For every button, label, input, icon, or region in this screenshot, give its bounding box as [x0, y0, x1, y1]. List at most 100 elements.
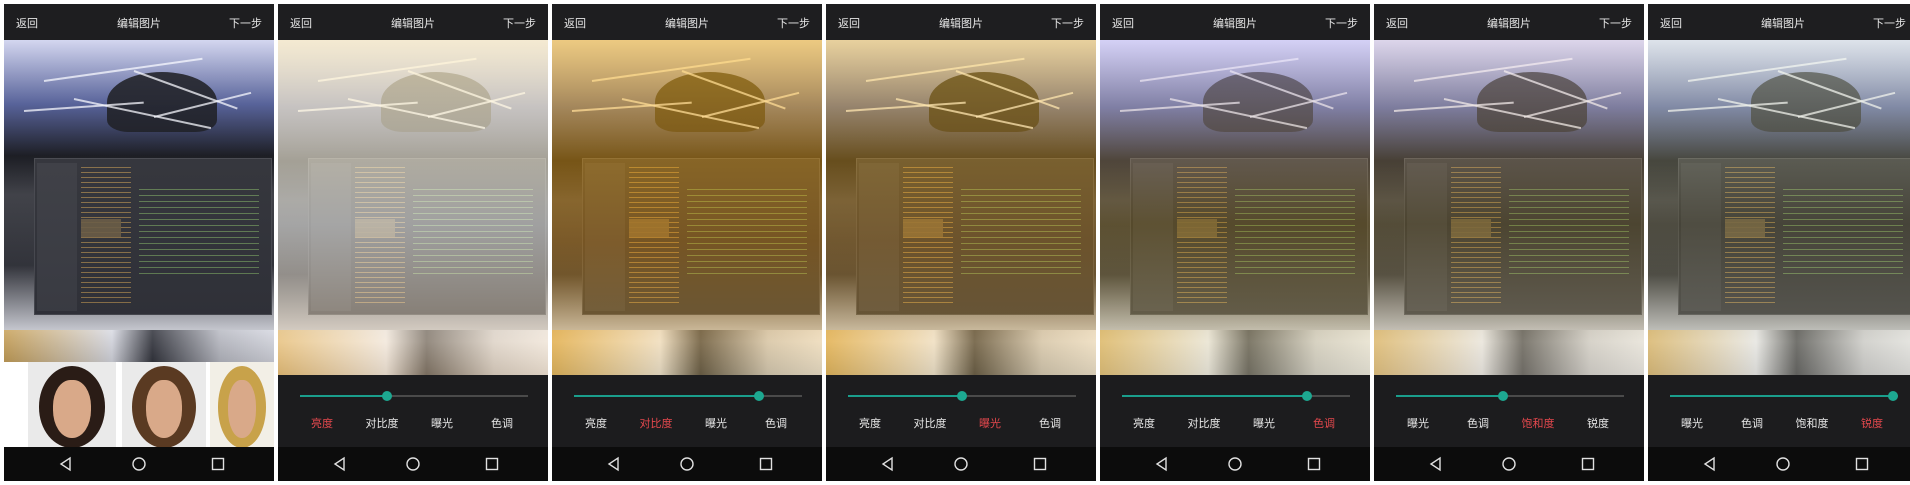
- tab-1[interactable]: 对比度: [1174, 415, 1234, 431]
- tab-2[interactable]: 曝光: [1234, 415, 1294, 431]
- adjust-tabs: 曝光 色调 饱和度 锐度: [1374, 415, 1644, 433]
- photo-preview: [1100, 40, 1370, 375]
- slider-thumb[interactable]: [1498, 391, 1509, 401]
- top-bar: 返回 编辑图片 下一步: [1100, 4, 1370, 40]
- panel-sharpness: 返回 编辑图片 下一步 曝光 色调 饱和度 锐度: [1648, 4, 1910, 481]
- home-circle-icon[interactable]: [1775, 456, 1791, 472]
- adjust-slider[interactable]: [1396, 391, 1624, 401]
- recents-square-icon[interactable]: [1580, 456, 1596, 472]
- back-triangle-icon[interactable]: [1428, 456, 1444, 472]
- home-circle-icon[interactable]: [679, 456, 695, 472]
- tab-1[interactable]: 对比度: [352, 415, 412, 431]
- adjust-tabs: 亮度 对比度 曝光 色调: [826, 415, 1096, 433]
- slider-fill: [848, 395, 962, 397]
- recents-square-icon[interactable]: [210, 456, 226, 472]
- next-button[interactable]: 下一步: [1599, 15, 1632, 31]
- back-triangle-icon[interactable]: [1154, 456, 1170, 472]
- recents-square-icon[interactable]: [1854, 456, 1870, 472]
- back-triangle-icon[interactable]: [880, 456, 896, 472]
- adjust-tabs: 亮度 对比度 曝光 色调: [1100, 415, 1370, 433]
- tab-3[interactable]: 色调: [1020, 415, 1080, 431]
- next-button[interactable]: 下一步: [503, 15, 536, 31]
- tab-2[interactable]: 曝光: [412, 415, 472, 431]
- adjust-slider[interactable]: [848, 391, 1076, 401]
- top-bar: 返回 编辑图片 下一步: [4, 4, 274, 40]
- tab-3[interactable]: 锐度: [1842, 415, 1902, 431]
- face-shape: [52, 380, 92, 438]
- home-circle-icon[interactable]: [953, 456, 969, 472]
- panel-exposure: 返回 编辑图片 下一步 亮度 对比度 曝光 色调: [826, 4, 1096, 481]
- adjust-slider[interactable]: [574, 391, 802, 401]
- home-circle-icon[interactable]: [405, 456, 421, 472]
- filter-thumbnail[interactable]: [28, 362, 116, 447]
- tab-2[interactable]: 饱和度: [1782, 415, 1842, 431]
- next-button[interactable]: 下一步: [777, 15, 810, 31]
- adjust-slider[interactable]: [1670, 391, 1899, 401]
- tab-1[interactable]: 对比度: [900, 415, 960, 431]
- adjust-controls: 亮度 对比度 曝光 色调: [278, 375, 548, 447]
- next-button[interactable]: 下一步: [229, 15, 262, 31]
- tab-3[interactable]: 色调: [472, 415, 532, 431]
- photo-preview: [4, 40, 274, 362]
- photo-preview: [1648, 40, 1910, 375]
- tab-0[interactable]: 亮度: [566, 415, 626, 431]
- system-nav-bar: [1100, 447, 1370, 481]
- adjust-slider[interactable]: [1122, 391, 1350, 401]
- home-circle-icon[interactable]: [131, 456, 147, 472]
- slider-thumb[interactable]: [1888, 391, 1899, 401]
- adjust-tabs: 亮度 对比度 曝光 色调: [278, 415, 548, 433]
- panel-saturation: 返回 编辑图片 下一步曝光 色调 饱和度 锐度: [1374, 4, 1644, 481]
- editor-screens-strip: 返回 编辑图片 下一步 返回 编辑图片 下一步 亮度 对比度 曝光 色调 返回 编辑图片 下一步 亮度 对比…: [0, 0, 1910, 485]
- photo-preview: [278, 40, 548, 375]
- tab-0[interactable]: 曝光: [1662, 415, 1722, 431]
- back-triangle-icon[interactable]: [1702, 456, 1718, 472]
- tab-0[interactable]: 亮度: [1114, 415, 1174, 431]
- next-button[interactable]: 下一步: [1873, 15, 1906, 31]
- tab-2[interactable]: 曝光: [960, 415, 1020, 431]
- tab-1[interactable]: 色调: [1448, 415, 1508, 431]
- adjust-controls: 亮度 对比度 曝光 色调: [552, 375, 822, 447]
- filter-overlay: [1648, 40, 1910, 375]
- adjust-controls: 亮度 对比度 曝光 色调: [1100, 375, 1370, 447]
- back-triangle-icon[interactable]: [606, 456, 622, 472]
- filter-thumbnail[interactable]: [122, 362, 206, 447]
- panel-original: 返回 编辑图片 下一步: [4, 4, 274, 481]
- next-button[interactable]: 下一步: [1325, 15, 1358, 31]
- system-nav-bar: [1374, 447, 1644, 481]
- back-triangle-icon[interactable]: [58, 456, 74, 472]
- recents-square-icon[interactable]: [758, 456, 774, 472]
- recents-square-icon[interactable]: [1306, 456, 1322, 472]
- photo-preview: [826, 40, 1096, 375]
- top-bar: 返回 编辑图片 下一步: [1374, 4, 1644, 40]
- system-nav-bar: [1648, 447, 1910, 481]
- home-circle-icon[interactable]: [1227, 456, 1243, 472]
- recents-square-icon[interactable]: [484, 456, 500, 472]
- next-button[interactable]: 下一步: [1051, 15, 1084, 31]
- slider-thumb[interactable]: [753, 391, 764, 401]
- tab-0[interactable]: 曝光: [1388, 415, 1448, 431]
- filter-overlay: [4, 40, 274, 362]
- recents-square-icon[interactable]: [1032, 456, 1048, 472]
- slider-thumb[interactable]: [957, 391, 967, 401]
- tab-0[interactable]: 亮度: [292, 415, 352, 431]
- adjust-slider[interactable]: [300, 391, 528, 401]
- tab-2[interactable]: 饱和度: [1508, 415, 1568, 431]
- back-triangle-icon[interactable]: [332, 456, 348, 472]
- tab-1[interactable]: 色调: [1722, 415, 1782, 431]
- home-circle-icon[interactable]: [1501, 456, 1517, 472]
- tab-0[interactable]: 亮度: [840, 415, 900, 431]
- filter-thumbnails: [4, 362, 274, 447]
- tab-3[interactable]: 色调: [746, 415, 806, 431]
- tab-3[interactable]: 锐度: [1568, 415, 1628, 431]
- tab-3[interactable]: 色调: [1294, 415, 1354, 431]
- slider-fill: [1670, 395, 1894, 397]
- system-nav-bar: [278, 447, 548, 481]
- tab-1[interactable]: 对比度: [626, 415, 686, 431]
- photo-preview: [1374, 40, 1644, 375]
- adjust-controls: 曝光 色调 饱和度 锐度: [1648, 375, 1910, 447]
- slider-thumb[interactable]: [1301, 391, 1312, 401]
- tab-2[interactable]: 曝光: [686, 415, 746, 431]
- filter-overlay: [1374, 40, 1644, 375]
- filter-thumbnail[interactable]: [210, 362, 274, 447]
- slider-thumb[interactable]: [381, 391, 392, 401]
